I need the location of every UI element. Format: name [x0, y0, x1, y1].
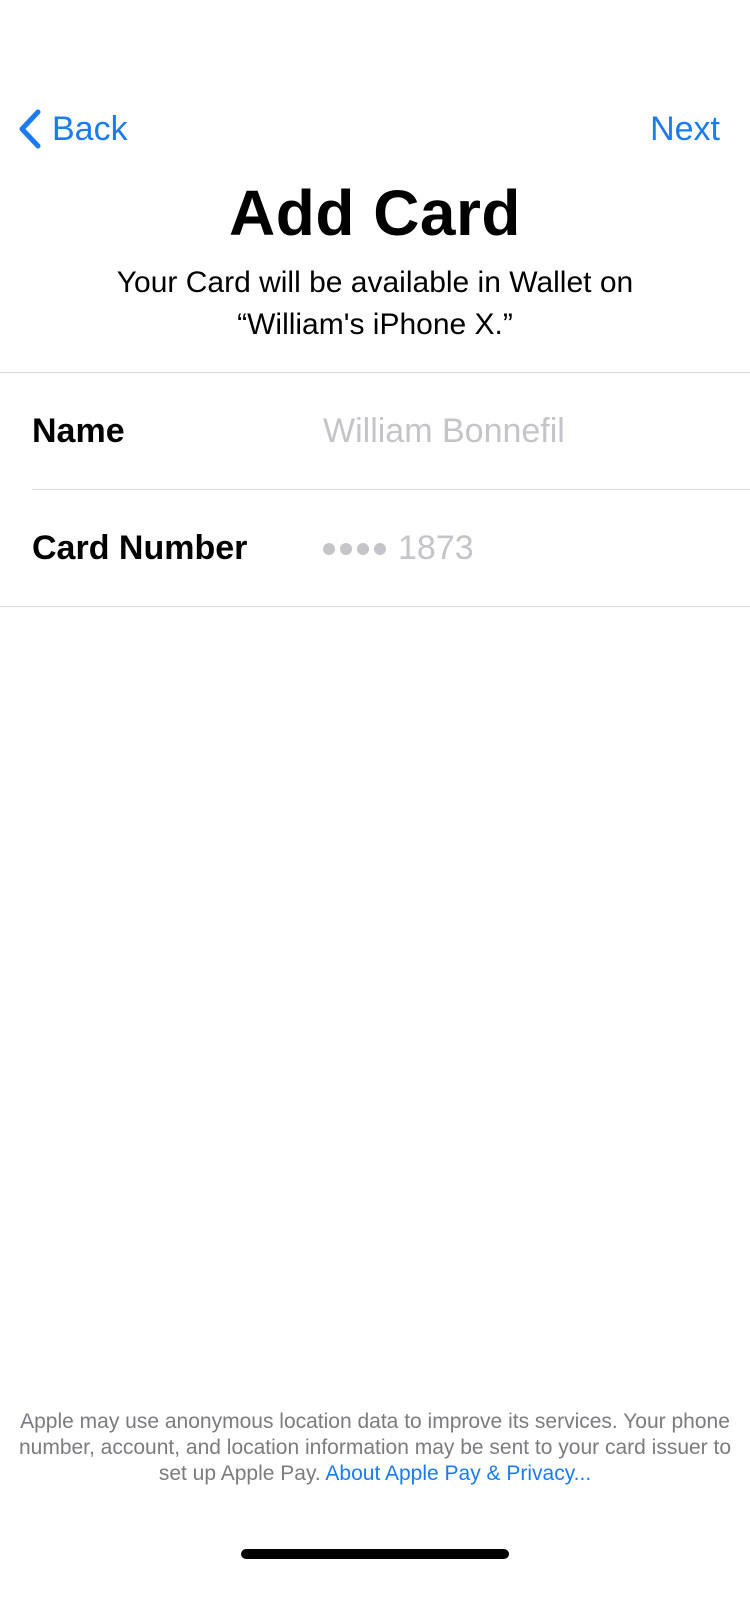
name-row[interactable]: Name William Bonnefil [0, 374, 750, 490]
card-number-field[interactable]: 1873 [323, 529, 474, 568]
name-label: Name [32, 412, 125, 450]
mask-dot [323, 542, 335, 555]
about-apple-pay-privacy-link[interactable]: About Apple Pay & Privacy... [325, 1462, 591, 1485]
mask-dot [340, 542, 352, 555]
home-indicator[interactable] [241, 1549, 509, 1559]
next-button[interactable]: Next [650, 110, 720, 149]
back-button[interactable]: Back [16, 108, 128, 150]
subtitle: Your Card will be available in Wallet on… [75, 262, 675, 346]
name-field[interactable]: William Bonnefil [323, 412, 565, 451]
page-title: Add Card [229, 177, 521, 249]
back-button-label: Back [52, 109, 128, 148]
navigation-bar: Back Next [0, 100, 750, 160]
card-number-row[interactable]: Card Number 1873 [0, 491, 750, 607]
privacy-note: Apple may use anonymous location data to… [10, 1409, 740, 1487]
card-number-label: Card Number [32, 529, 248, 567]
chevron-left-icon [19, 109, 41, 149]
mask-dot [357, 542, 369, 555]
subtitle-line-2: “William's iPhone X.” [237, 308, 513, 341]
name-value: William Bonnefil [323, 412, 565, 450]
form-top-divider [0, 372, 750, 373]
mask-dot [374, 542, 386, 555]
subtitle-line-1: Your Card will be available in Wallet on [116, 266, 634, 299]
form-bottom-divider [0, 606, 750, 607]
card-number-last-digits: 1873 [398, 529, 474, 567]
masked-digits [323, 542, 386, 555]
row-divider [32, 489, 750, 490]
